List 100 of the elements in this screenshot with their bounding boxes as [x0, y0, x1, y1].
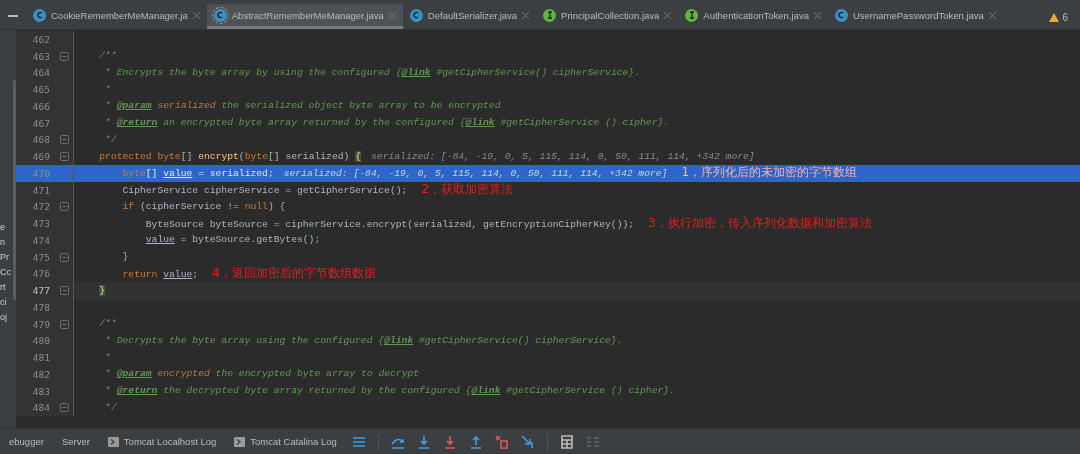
code-text: @link [465, 117, 495, 129]
code-text: = serialized; [198, 168, 274, 180]
line-number: 462 [31, 33, 50, 45]
step-into-icon[interactable] [416, 434, 431, 449]
fold-marker-icon[interactable] [60, 286, 69, 296]
panel-item[interactable]: n [0, 235, 16, 250]
code-text: CipherService cipherService = getCipherService(); [122, 185, 408, 197]
code-text: (cipherService != [140, 200, 239, 212]
line-number: 484 [31, 402, 50, 414]
fold-marker-icon[interactable] [60, 202, 69, 212]
warning-icon [1049, 13, 1060, 22]
class-icon [409, 8, 423, 22]
line-number: 467 [31, 117, 50, 129]
warning-count[interactable]: 6 [1049, 12, 1068, 23]
line-number: 463 [31, 50, 50, 62]
code-text: * [105, 385, 111, 397]
class-icon [834, 8, 848, 22]
tool-window-tab[interactable]: Server [52, 436, 99, 447]
close-icon[interactable] [192, 11, 200, 19]
line-number: 475 [31, 251, 50, 263]
code-text: ; [192, 268, 199, 280]
code-text: byte [157, 150, 181, 162]
fold-marker-icon[interactable] [60, 135, 69, 145]
code-text: @param [116, 368, 152, 380]
code-text: * [105, 83, 111, 95]
file-tab[interactable]: CookieRememberMeManager.ja [26, 4, 207, 29]
close-icon[interactable] [388, 11, 396, 19]
line-number: 468 [31, 134, 50, 146]
fold-marker-icon[interactable] [60, 152, 69, 162]
fold-marker-icon[interactable] [60, 319, 69, 329]
line-number: 477 [31, 285, 50, 297]
code-text: serialized [157, 100, 216, 112]
code-text: [] [180, 150, 193, 162]
tool-window-tab[interactable]: ebugger [0, 436, 53, 447]
panel-item[interactable]: Pr [0, 250, 16, 265]
line-number: 476 [31, 268, 50, 280]
code-text: * [105, 368, 111, 380]
fold-marker-icon[interactable] [60, 252, 69, 262]
fold-marker-icon[interactable] [60, 403, 69, 413]
code-text: the serialized object byte array to be encrypted [221, 100, 501, 112]
run-to-cursor-icon[interactable] [520, 434, 535, 449]
code-text: value [163, 168, 193, 180]
file-tab[interactable]: UsernamePasswordToken.java [827, 4, 1003, 29]
code-text: return [122, 268, 158, 280]
file-tab[interactable]: AuthenticationToken.java [678, 4, 828, 29]
line-number: 483 [31, 385, 50, 397]
line-number: 466 [31, 100, 50, 112]
code-text: ) { [267, 200, 286, 212]
step-out-icon[interactable] [468, 434, 483, 449]
panel-item[interactable]: oj [0, 310, 16, 325]
inline-value-hint: serialized: [-84, -19, 0, 5, 115, 114, 0, 50, 111, 114, +342 more] [283, 168, 668, 180]
menu-icon[interactable] [351, 434, 366, 449]
close-icon[interactable] [522, 11, 530, 19]
code-text: @link [384, 334, 414, 346]
code-text: the encrypted byte array to decrypt [215, 368, 420, 380]
line-number: 472 [31, 201, 50, 213]
calculator-icon[interactable] [559, 434, 574, 449]
code-text: encrypted [157, 368, 210, 380]
code-text: { [355, 150, 361, 162]
panel-item[interactable]: rt [0, 280, 16, 295]
line-number: 480 [31, 335, 50, 347]
line-number: 481 [31, 352, 50, 364]
fold-marker-icon[interactable] [60, 51, 69, 61]
file-tab[interactable]: DefaultSerializer.java [402, 4, 537, 29]
code-text: [] [145, 168, 158, 180]
drop-frame-icon[interactable] [494, 434, 509, 449]
code-text: * Encrypts the byte array by using the configured { [105, 66, 402, 78]
close-icon[interactable] [988, 11, 996, 19]
trace-icon[interactable] [585, 434, 600, 449]
line-number: 473 [31, 218, 50, 230]
line-number: 474 [31, 234, 50, 246]
code-text: value [145, 234, 175, 246]
code-text: = byteSource.getBytes(); [180, 234, 321, 246]
code-text: * Decrypts the byte array using the configured { [105, 334, 385, 346]
interface-icon [685, 8, 699, 22]
code-text: */ [105, 401, 117, 413]
tool-window-tab[interactable]: Tomcat Localhost Log [98, 436, 226, 447]
close-icon[interactable] [813, 11, 821, 19]
line-number: 471 [31, 184, 50, 196]
panel-item[interactable]: ci [0, 295, 16, 310]
code-text: * [105, 100, 111, 112]
code-text: #getCipherService() cipherService}. [419, 334, 623, 346]
force-step-into-icon[interactable] [442, 434, 457, 449]
code-text: } [122, 251, 129, 263]
panel-item[interactable]: Cc [0, 265, 16, 280]
line-number: 469 [31, 151, 50, 163]
code-text: @param [116, 100, 152, 112]
line-number: 478 [31, 301, 50, 313]
line-number: 479 [31, 318, 50, 330]
line-number: 465 [31, 84, 50, 96]
line-number: 482 [31, 368, 50, 380]
close-icon[interactable] [664, 11, 672, 19]
code-text: * [105, 117, 111, 129]
code-text: #getCipherService () cipher}. [506, 385, 675, 397]
tool-window-tab[interactable]: Tomcat Catalina Log [225, 436, 346, 447]
panel-item[interactable]: e [0, 220, 16, 235]
file-tab[interactable]: PrincipalCollection.java [536, 4, 679, 29]
inline-value-hint: serialized: [-84, -19, 0, 5, 115, 114, 0, 50, 111, 114, +342 more] [371, 150, 755, 162]
code-text: } [99, 284, 106, 296]
file-tab[interactable]: AbstractRememberMeManager.java [206, 4, 403, 29]
